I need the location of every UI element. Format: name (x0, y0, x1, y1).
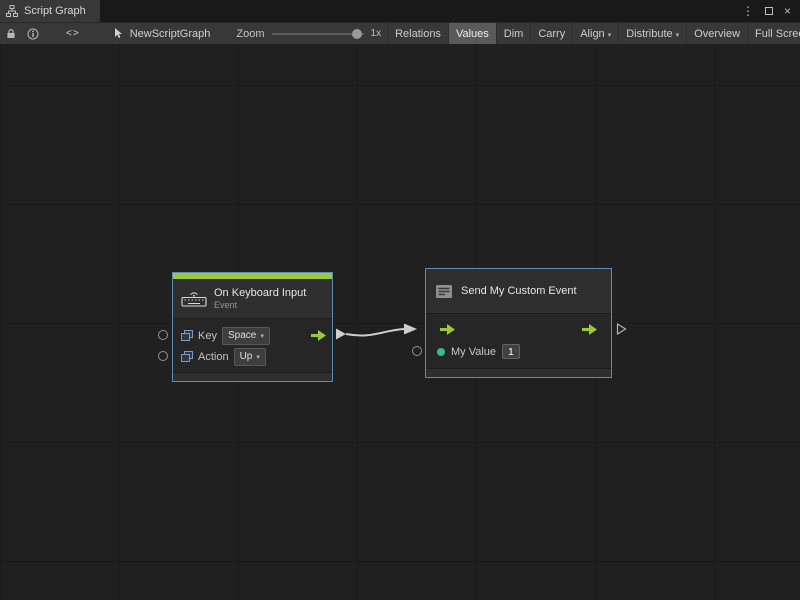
align-label: Align (580, 28, 604, 40)
key-dropdown-value: Space (228, 330, 256, 342)
distribute-label: Distribute (626, 28, 672, 40)
dim-label: Dim (504, 28, 524, 40)
dropdown-arrow-icon: ▾ (676, 29, 680, 39)
custom-event-icon (434, 283, 454, 300)
zoom-slider-handle[interactable] (352, 29, 362, 39)
code-view-button[interactable]: <> (66, 28, 80, 39)
graph-canvas[interactable]: On Keyboard Input Event Key Space ▾ (0, 44, 800, 600)
distribute-button[interactable]: Distribute ▾ (618, 23, 686, 44)
control-output-marker[interactable] (616, 323, 627, 335)
relations-label: Relations (395, 28, 441, 40)
node-ports: My Value 1 (426, 314, 611, 368)
node-header: Send My Custom Event (426, 269, 611, 314)
fullscreen-label: Full Screen (755, 28, 800, 40)
port-row-key: Key Space ▾ (181, 325, 324, 346)
node-title: On Keyboard Input (214, 287, 306, 299)
port-label-action: Action (198, 351, 229, 363)
window-controls: ⋮ × (742, 0, 800, 22)
lock-button[interactable] (0, 23, 22, 44)
value-port-my-value[interactable] (437, 348, 445, 356)
values-label: Values (456, 28, 489, 40)
port-row-action: Action Up ▾ (181, 346, 324, 367)
maximize-icon[interactable] (765, 5, 773, 17)
node-send-my-custom-event[interactable]: Send My Custom Event My Value 1 (425, 268, 612, 378)
close-icon[interactable]: × (784, 5, 791, 17)
dropdown-arrow-icon: ▾ (608, 29, 612, 39)
tab-bar: Script Graph ⋮ × (0, 0, 800, 22)
dropdown-arrow-icon: ▾ (256, 350, 260, 364)
dropdown-arrow-icon: ▾ (260, 329, 264, 343)
node-subtitle: Event (214, 300, 306, 310)
fullscreen-button[interactable]: Full Screen (747, 23, 800, 44)
graph-pointer-icon (114, 28, 124, 39)
action-dropdown[interactable]: Up ▾ (234, 348, 266, 366)
carry-label: Carry (538, 28, 565, 40)
port-label-my-value: My Value (451, 346, 496, 358)
action-value-port[interactable] (158, 351, 168, 361)
graph-breadcrumb[interactable]: NewScriptGraph (114, 28, 211, 40)
graph-name: NewScriptGraph (130, 28, 211, 40)
connection-wire[interactable] (0, 44, 800, 600)
lock-icon (6, 28, 16, 39)
overview-button[interactable]: Overview (686, 23, 747, 44)
zoom-value: 1x (371, 28, 382, 39)
control-output-port[interactable] (311, 330, 326, 341)
my-value-port[interactable] (412, 346, 422, 356)
node-on-keyboard-input[interactable]: On Keyboard Input Event Key Space ▾ (172, 272, 333, 382)
port-row-my-value: My Value 1 (434, 341, 603, 362)
script-graph-window: Script Graph ⋮ × <> NewSc (0, 0, 800, 600)
script-graph-icon (6, 5, 18, 17)
port-label-key: Key (198, 330, 217, 342)
object-type-icon (181, 351, 193, 363)
my-value-input[interactable]: 1 (502, 344, 520, 359)
values-button[interactable]: Values (448, 23, 496, 44)
node-footer (426, 368, 611, 377)
menu-icon[interactable]: ⋮ (742, 5, 754, 17)
action-dropdown-value: Up (240, 351, 253, 363)
node-ports: Key Space ▾ Action Up ▾ (173, 319, 332, 372)
key-dropdown[interactable]: Space ▾ (222, 327, 270, 345)
relations-button[interactable]: Relations (387, 23, 448, 44)
flow-port-row (434, 319, 603, 341)
graph-toolbar: <> NewScriptGraph Zoom 1x Relations Valu… (0, 22, 800, 44)
carry-button[interactable]: Carry (530, 23, 572, 44)
node-header: On Keyboard Input Event (173, 279, 332, 319)
control-input-port[interactable] (440, 324, 455, 335)
object-type-icon (181, 330, 193, 342)
control-output-port[interactable] (582, 324, 597, 335)
info-button[interactable] (22, 23, 44, 44)
node-title: Send My Custom Event (461, 285, 577, 297)
info-icon (27, 28, 39, 40)
align-button[interactable]: Align ▾ (572, 23, 618, 44)
tab-script-graph[interactable]: Script Graph (0, 0, 100, 22)
zoom-slider[interactable] (272, 33, 364, 35)
keyboard-icon (181, 290, 207, 307)
key-value-port[interactable] (158, 330, 168, 340)
dim-button[interactable]: Dim (496, 23, 531, 44)
zoom-label: Zoom (236, 28, 264, 40)
overview-label: Overview (694, 28, 740, 40)
node-footer (173, 372, 332, 381)
tab-title: Script Graph (24, 5, 86, 17)
